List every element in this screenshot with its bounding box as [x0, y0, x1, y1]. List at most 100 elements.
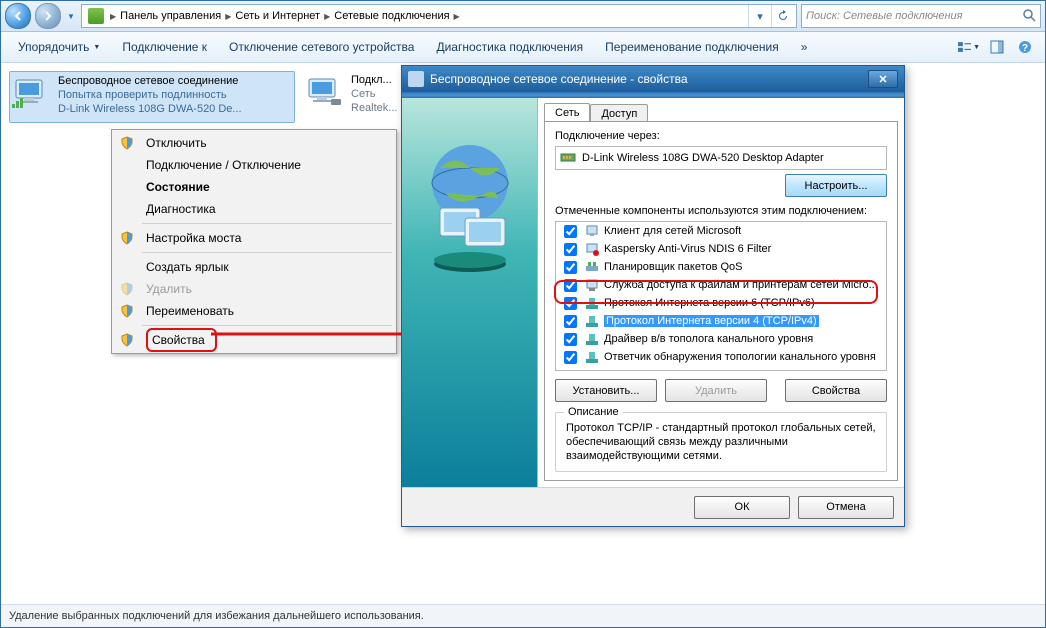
context-menu: Отключить Подключение / Отключение Состо…	[111, 129, 397, 354]
connection-name: Беспроводное сетевое соединение	[58, 74, 242, 88]
protocol-icon	[584, 331, 600, 347]
navigation-bar: ▼ ▶ Панель управления ▶ Сеть и Интернет …	[1, 1, 1045, 32]
forward-button[interactable]	[35, 3, 61, 29]
ctx-properties[interactable]: Свойства	[114, 329, 394, 351]
components-label: Отмеченные компоненты используются этим …	[555, 205, 887, 217]
component-item[interactable]: Планировщик пакетов QoS	[556, 258, 886, 276]
ctx-create-shortcut[interactable]: Создать ярлык	[114, 256, 394, 278]
configure-button[interactable]: Настроить...	[785, 174, 887, 197]
shield-icon	[116, 304, 138, 318]
diagnose-button[interactable]: Диагностика подключения	[427, 35, 592, 59]
breadcrumb-sep-icon: ▶	[108, 12, 118, 21]
component-item[interactable]: Драйвер в/в тополога канального уровня	[556, 330, 886, 348]
connection-device: D-Link Wireless 108G DWA-520 De...	[58, 102, 242, 116]
connection-status: Сеть	[351, 87, 397, 101]
tab-network[interactable]: Сеть	[544, 103, 590, 122]
shield-icon	[116, 136, 138, 150]
back-button[interactable]	[5, 3, 31, 29]
highlight-ring: Свойства	[146, 328, 217, 352]
ctx-delete: Удалить	[114, 278, 394, 300]
protocol-icon	[584, 349, 600, 365]
menu-separator	[142, 325, 392, 326]
dialog-footer: ОК Отмена	[402, 487, 904, 526]
breadcrumb-1[interactable]: Панель управления	[118, 10, 223, 22]
breadcrumb-sep-icon: ▶	[223, 12, 233, 21]
shield-icon	[116, 231, 138, 245]
ctx-connect-disconnect[interactable]: Подключение / Отключение	[114, 154, 394, 176]
adapter-icon	[560, 149, 576, 168]
ctx-status[interactable]: Состояние	[114, 176, 394, 198]
rename-connection-button[interactable]: Переименование подключения	[596, 35, 788, 59]
protocol-icon	[584, 313, 600, 329]
view-options-button[interactable]: ▼	[957, 35, 981, 59]
nav-history-dropdown[interactable]: ▼	[65, 4, 77, 28]
component-item-selected[interactable]: Протокол Интернета версии 4 (TCP/IPv4)	[556, 312, 886, 330]
component-checkbox[interactable]	[564, 279, 577, 292]
connection-name: Подкл...	[351, 73, 397, 87]
connect-to-button[interactable]: Подключение к	[113, 35, 216, 59]
adapter-field: D-Link Wireless 108G DWA-520 Desktop Ada…	[555, 146, 887, 170]
window-frame: ▼ ▶ Панель управления ▶ Сеть и Интернет …	[0, 0, 1046, 628]
connection-item-wireless[interactable]: Беспроводное сетевое соединение Попытка …	[9, 71, 295, 123]
menu-separator	[142, 223, 392, 224]
connection-device: Realtek...	[351, 101, 397, 115]
search-placeholder: Поиск: Сетевые подключения	[806, 10, 963, 22]
status-text: Удаление выбранных подключений для избеж…	[9, 610, 424, 622]
filter-icon	[584, 241, 600, 257]
cancel-button[interactable]: Отмена	[798, 496, 894, 519]
component-checkbox[interactable]	[564, 315, 577, 328]
dialog-title: Беспроводное сетевое соединение - свойст…	[430, 72, 688, 86]
search-input[interactable]: Поиск: Сетевые подключения	[801, 4, 1041, 28]
uninstall-button: Удалить	[665, 379, 767, 402]
adapter-name: D-Link Wireless 108G DWA-520 Desktop Ada…	[582, 152, 824, 164]
status-bar: Удаление выбранных подключений для избеж…	[1, 604, 1045, 627]
breadcrumb-2[interactable]: Сеть и Интернет	[233, 10, 322, 22]
components-listbox[interactable]: Клиент для сетей Microsoft Kaspersky Ant…	[555, 221, 887, 371]
component-item[interactable]: Протокол Интернета версии 6 (TCP/IPv6)	[556, 294, 886, 312]
component-item[interactable]: Служба доступа к файлам и принтерам сете…	[556, 276, 886, 294]
component-checkbox[interactable]	[564, 261, 577, 274]
connection-status: Попытка проверить подлинность	[58, 88, 242, 102]
breadcrumb-3[interactable]: Сетевые подключения	[332, 10, 451, 22]
dialog-titlebar[interactable]: Беспроводное сетевое соединение - свойст…	[402, 66, 904, 92]
dialog-icon	[408, 71, 424, 87]
breadcrumb-sep-icon: ▶	[322, 12, 332, 21]
ctx-bridge[interactable]: Настройка моста	[114, 227, 394, 249]
component-item[interactable]: Kaspersky Anti-Virus NDIS 6 Filter	[556, 240, 886, 258]
preview-pane-button[interactable]	[985, 35, 1009, 59]
description-title: Описание	[564, 406, 623, 418]
description-group: Описание Протокол TCP/IP - стандартный п…	[555, 412, 887, 472]
lan-connection-icon	[305, 73, 345, 113]
refresh-button[interactable]	[771, 5, 794, 27]
address-bar[interactable]: ▶ Панель управления ▶ Сеть и Интернет ▶ …	[81, 4, 797, 28]
disable-device-button[interactable]: Отключение сетевого устройства	[220, 35, 423, 59]
wireless-connection-icon	[12, 74, 52, 114]
component-item[interactable]: Клиент для сетей Microsoft	[556, 222, 886, 240]
component-properties-button[interactable]: Свойства	[785, 379, 887, 402]
dialog-main-panel: Сеть Доступ Подключение через: D-Link Wi…	[538, 98, 904, 487]
ctx-diagnose[interactable]: Диагностика	[114, 198, 394, 220]
close-button[interactable]: ✕	[868, 70, 898, 88]
chevron-down-icon: ▼	[973, 44, 980, 51]
ctx-disable[interactable]: Отключить	[114, 132, 394, 154]
breadcrumb-sep-icon: ▶	[452, 12, 462, 21]
component-item[interactable]: Ответчик обнаружения топологии канальног…	[556, 348, 886, 366]
component-checkbox[interactable]	[564, 243, 577, 256]
description-text: Протокол TCP/IP - стандартный протокол г…	[566, 421, 876, 463]
component-checkbox[interactable]	[564, 333, 577, 346]
tab-panel-network: Подключение через: D-Link Wireless 108G …	[544, 121, 898, 481]
client-icon	[584, 223, 600, 239]
location-icon	[88, 8, 104, 24]
ok-button[interactable]: ОК	[694, 496, 790, 519]
chevron-down-icon: ▼	[93, 44, 100, 51]
toolbar-overflow-button[interactable]: »	[792, 35, 817, 59]
address-dropdown-icon[interactable]: ▾	[748, 5, 771, 27]
organize-button[interactable]: Упорядочить▼	[9, 35, 109, 59]
dialog-side-image	[402, 98, 538, 487]
component-checkbox[interactable]	[564, 297, 577, 310]
component-checkbox[interactable]	[564, 225, 577, 238]
install-button[interactable]: Установить...	[555, 379, 657, 402]
component-checkbox[interactable]	[564, 351, 577, 364]
help-button[interactable]: ?	[1013, 35, 1037, 59]
ctx-rename[interactable]: Переименовать	[114, 300, 394, 322]
